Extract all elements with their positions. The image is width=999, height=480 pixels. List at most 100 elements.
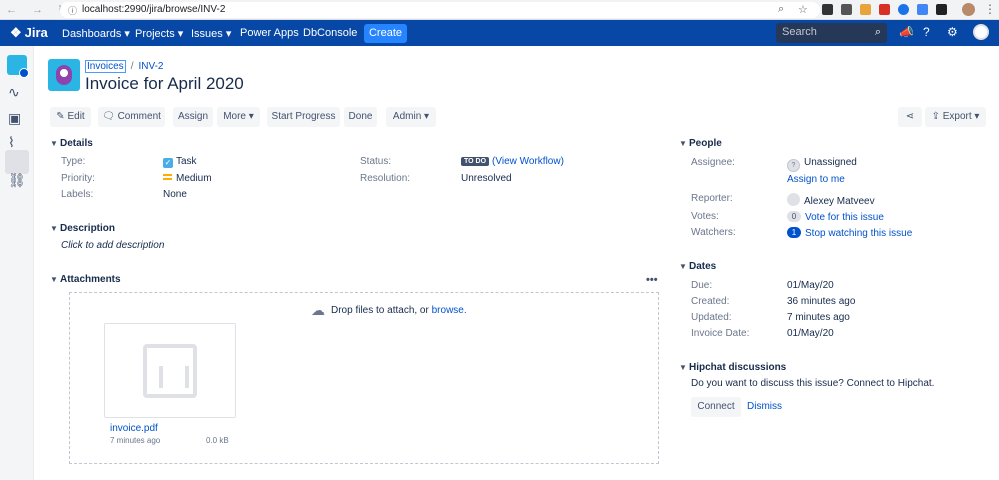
edit-label: Edit (67, 111, 85, 122)
zoom-icon[interactable]: ⌕ (778, 3, 784, 16)
profile-avatar[interactable] (962, 3, 975, 16)
project-sidebar: ∿ ▣ ⌇ ⛓ (0, 46, 34, 480)
attachment-file-name[interactable]: invoice.pdf (110, 423, 158, 434)
info-icon[interactable]: ⓘ (68, 4, 77, 17)
description-placeholder[interactable]: Click to add description (61, 240, 164, 251)
browse-link[interactable]: browse. (432, 305, 467, 316)
extension-icon[interactable] (917, 4, 928, 15)
share-icon: ⋖ (905, 111, 915, 122)
labels-value[interactable]: None (163, 189, 187, 200)
nav-issues[interactable]: Issues ▾ (191, 27, 231, 40)
edit-button[interactable]: ✎ Edit (50, 107, 91, 127)
nav-dashboards[interactable]: Dashboards ▾ (62, 27, 130, 40)
extension-icon[interactable] (822, 4, 833, 15)
created-label: Created: (691, 296, 730, 307)
hipchat-section-header[interactable]: ▼ Hipchat discussions (679, 362, 786, 373)
notifications-icon[interactable]: 📣 (899, 25, 914, 39)
people-section-header[interactable]: ▼ People (679, 138, 722, 149)
watchers-value: 1 Stop watching this issue (787, 227, 912, 239)
admin-button[interactable]: Admin ▾ (386, 107, 436, 127)
due-value: 01/May/20 (787, 280, 834, 291)
bookmark-star-icon[interactable]: ☆ (798, 3, 808, 16)
document-icon (143, 344, 197, 398)
dates-section-header[interactable]: ▼ Dates (679, 261, 716, 272)
jira-logo[interactable]: ❖ Jira (10, 25, 48, 41)
export-icon: ⇪ (931, 111, 943, 122)
address-bar[interactable]: ⓘ localhost:2990/jira/browse/INV-2 ⌕ ☆ (60, 2, 820, 18)
extension-icon[interactable] (841, 4, 852, 15)
chevron-down-icon: ▼ (50, 275, 58, 284)
pencil-icon: ✎ (56, 111, 68, 122)
done-button[interactable]: Done (344, 107, 377, 127)
reports-icon[interactable]: ⌇ (8, 134, 15, 151)
nav-dbconsole[interactable]: DbConsole (303, 27, 357, 39)
extension-icon[interactable] (936, 4, 947, 15)
page-title[interactable]: Invoice for April 2020 (85, 74, 244, 94)
create-button[interactable]: Create (364, 24, 407, 43)
settings-gear-icon[interactable]: ⚙ (947, 25, 958, 39)
view-workflow-link[interactable]: (View Workflow) (492, 156, 564, 167)
attachment-dropzone[interactable]: ☁ Drop files to attach, or browse. invoi… (69, 292, 659, 464)
type-value[interactable]: ✓ Task (163, 156, 197, 168)
comment-button[interactable]: 🗨 Comment (98, 107, 165, 127)
breadcrumb-issue-key[interactable]: INV-2 (138, 61, 163, 72)
chevron-down-icon: ▼ (679, 139, 687, 148)
hipchat-heading: Hipchat discussions (689, 362, 787, 373)
status-label: Status: (360, 156, 392, 167)
more-button[interactable]: More ▾ (217, 107, 260, 127)
project-avatar[interactable] (48, 59, 80, 91)
status-badge[interactable]: TO DO (461, 157, 490, 166)
top-navigation: ❖ Jira Dashboards ▾ Projects ▾ Issues ▾ P… (0, 20, 999, 46)
dates-heading: Dates (689, 261, 717, 272)
chevron-down-icon: ▼ (50, 224, 58, 233)
link-icon[interactable]: ⛓ (8, 172, 26, 189)
attachments-section-header[interactable]: ▼ Attachments (50, 274, 121, 285)
watchers-count-badge[interactable]: 1 (787, 227, 801, 238)
assignee-value-text: Unassigned (804, 157, 857, 168)
nav-power-apps[interactable]: Power Apps (240, 27, 299, 39)
reporter-value-text: Alexey Matveev (804, 196, 875, 207)
priority-value[interactable]: Medium (163, 173, 212, 184)
assignee-value[interactable]: ? Unassigned (787, 157, 857, 172)
details-section-header[interactable]: ▼ Details (50, 138, 93, 149)
export-label: Export ▾ (942, 111, 980, 122)
assign-button[interactable]: Assign (173, 107, 213, 127)
reporter-value[interactable]: Alexey Matveev (787, 193, 875, 207)
connect-button[interactable]: Connect (691, 397, 741, 417)
chevron-down-icon: ▼ (679, 262, 687, 271)
attachment-size: 0.0 kB (206, 436, 229, 445)
extension-icon[interactable] (860, 4, 871, 15)
activity-icon[interactable]: ∿ (8, 84, 20, 101)
stop-watching-link[interactable]: Stop watching this issue (805, 228, 912, 239)
start-progress-button[interactable]: Start Progress (267, 107, 340, 127)
extension-icon[interactable] (898, 4, 909, 15)
user-avatar[interactable] (973, 24, 989, 40)
breadcrumb-project-link[interactable]: Invoices (85, 60, 126, 73)
kebab-menu-icon[interactable]: ⋮ (984, 2, 996, 16)
due-label: Due: (691, 280, 713, 291)
attachments-more-icon[interactable]: ••• (646, 274, 658, 286)
board-icon[interactable]: ▣ (8, 110, 21, 127)
hipchat-prompt: Do you want to discuss this issue? Conne… (691, 378, 935, 389)
share-button[interactable]: ⋖ (898, 107, 922, 127)
extension-icon[interactable] (879, 4, 890, 15)
search-icon: ⌕ (874, 26, 881, 38)
dismiss-link[interactable]: Dismiss (747, 401, 782, 412)
votes-value: 0 Vote for this issue (787, 211, 884, 223)
chevron-down-icon: ▼ (50, 139, 58, 148)
search-input[interactable]: Search ⌕ (776, 23, 887, 43)
labels-label: Labels: (61, 189, 94, 200)
drop-text: Drop files to attach, or browse. (331, 305, 467, 316)
reporter-label: Reporter: (691, 193, 733, 204)
nav-projects[interactable]: Projects ▾ (135, 27, 183, 40)
help-icon[interactable]: ? (923, 25, 930, 39)
description-section-header[interactable]: ▼ Description (50, 223, 115, 234)
vote-link[interactable]: Vote for this issue (805, 212, 884, 223)
attachment-thumbnail[interactable] (104, 323, 236, 418)
priority-value-text: Medium (176, 173, 212, 184)
url-text[interactable]: localhost:2990/jira/browse/INV-2 (82, 4, 225, 15)
assign-to-me-link[interactable]: Assign to me (787, 174, 845, 185)
task-checkbox-icon: ✓ (163, 158, 173, 168)
export-button[interactable]: ⇪ Export ▾ (925, 107, 986, 127)
assignee-label: Assignee: (691, 157, 735, 168)
